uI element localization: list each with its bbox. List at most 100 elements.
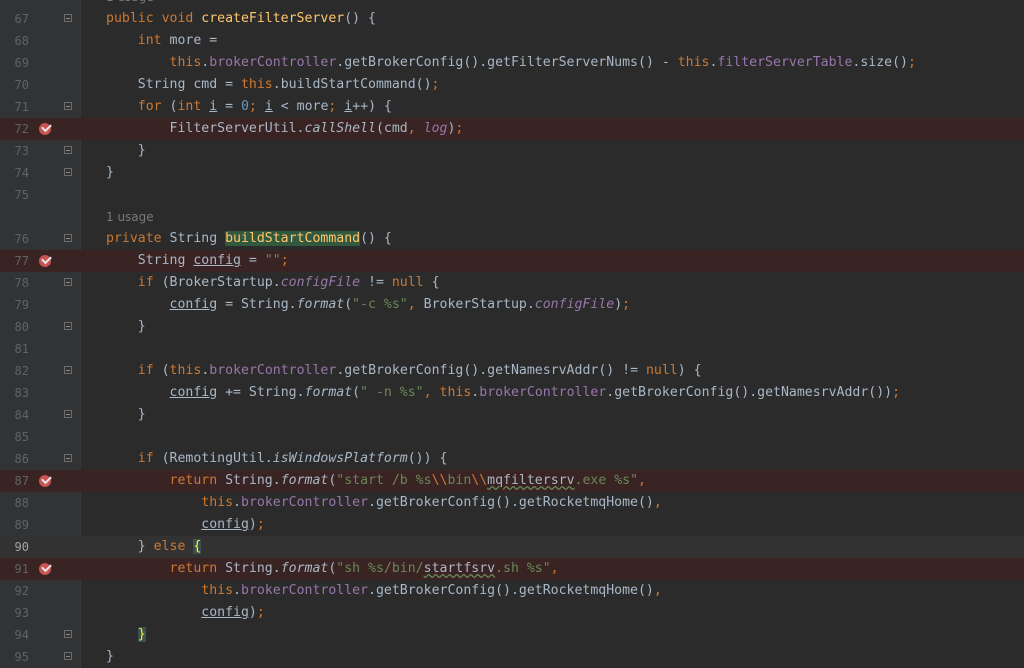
line-number[interactable]: 77 [0, 250, 29, 272]
code-line[interactable]: 70 String cmd = this.buildStartCommand()… [0, 74, 1024, 96]
usage-hint-text[interactable]: 1 usage [106, 206, 154, 228]
fold-toggle-icon[interactable] [64, 14, 72, 22]
code-line[interactable]: 80 } [0, 316, 1024, 338]
usage-hint[interactable]: 1 usage [0, 0, 1024, 8]
fold-toggle-icon[interactable] [64, 102, 72, 110]
fold-toggle-icon[interactable] [64, 168, 72, 176]
line-number[interactable]: 91 [0, 558, 29, 580]
line-number[interactable]: 85 [0, 426, 29, 448]
fold-toggle-icon[interactable] [64, 322, 72, 330]
code-line[interactable]: 82 if (this.brokerController.getBrokerCo… [0, 360, 1024, 382]
code-line[interactable]: 81 [0, 338, 1024, 360]
code-text[interactable]: FilterServerUtil.callShell(cmd, log); [106, 118, 464, 140]
usage-hint[interactable]: 1 usage [0, 206, 1024, 228]
line-number[interactable]: 82 [0, 360, 29, 382]
code-text[interactable]: return String.format("start /b %s\\bin\\… [106, 470, 646, 492]
code-line[interactable]: 91 return String.format("sh %s/bin/start… [0, 558, 1024, 580]
breakpoint-icon[interactable] [39, 255, 51, 267]
fold-toggle-icon[interactable] [64, 234, 72, 242]
code-line[interactable]: 71 for (int i = 0; i < more; i++) { [0, 96, 1024, 118]
line-number[interactable]: 83 [0, 382, 29, 404]
line-number[interactable]: 86 [0, 448, 29, 470]
fold-toggle-icon[interactable] [64, 652, 72, 660]
code-line[interactable]: 86 if (RemotingUtil.isWindowsPlatform())… [0, 448, 1024, 470]
fold-toggle-icon[interactable] [64, 146, 72, 154]
breakpoint-icon[interactable] [39, 563, 51, 575]
code-line[interactable]: 69 this.brokerController.getBrokerConfig… [0, 52, 1024, 74]
code-text[interactable]: } [106, 404, 146, 426]
code-line[interactable]: 90 } else { [0, 536, 1024, 558]
code-line[interactable]: 94 } [0, 624, 1024, 646]
line-number[interactable]: 74 [0, 162, 29, 184]
code-text[interactable]: config); [106, 514, 265, 536]
code-line[interactable]: 78 if (BrokerStartup.configFile != null … [0, 272, 1024, 294]
line-number[interactable]: 80 [0, 316, 29, 338]
line-number[interactable]: 94 [0, 624, 29, 646]
line-number[interactable]: 73 [0, 140, 29, 162]
fold-toggle-icon[interactable] [64, 278, 72, 286]
code-line[interactable]: 84 } [0, 404, 1024, 426]
code-line[interactable]: 79 config = String.format("-c %s", Broke… [0, 294, 1024, 316]
code-text[interactable]: } [106, 624, 146, 646]
code-text[interactable]: String cmd = this.buildStartCommand(); [106, 74, 440, 96]
code-text[interactable]: int more = [106, 30, 217, 52]
code-line[interactable]: 87 return String.format("start /b %s\\bi… [0, 470, 1024, 492]
code-text[interactable]: private String buildStartCommand() { [106, 228, 392, 250]
code-text[interactable]: for (int i = 0; i < more; i++) { [106, 96, 392, 118]
code-text[interactable]: if (BrokerStartup.configFile != null { [106, 272, 440, 294]
code-line[interactable]: 76 private String buildStartCommand() { [0, 228, 1024, 250]
line-number[interactable]: 67 [0, 8, 29, 30]
line-number[interactable]: 89 [0, 514, 29, 536]
code-text[interactable]: return String.format("sh %s/bin/startfsr… [106, 558, 559, 580]
code-line[interactable]: 83 config += String.format(" -n %s", thi… [0, 382, 1024, 404]
code-line[interactable]: 74} [0, 162, 1024, 184]
line-number[interactable]: 79 [0, 294, 29, 316]
code-text[interactable]: this.brokerController.getBrokerConfig().… [106, 52, 916, 74]
code-text[interactable]: } else { [106, 536, 202, 558]
code-line[interactable]: 77 String config = ""; [0, 250, 1024, 272]
code-line[interactable]: 92 this.brokerController.getBrokerConfig… [0, 580, 1024, 602]
line-number[interactable]: 95 [0, 646, 29, 668]
code-text[interactable]: this.brokerController.getBrokerConfig().… [106, 492, 662, 514]
breakpoint-icon[interactable] [39, 475, 51, 487]
line-number[interactable]: 93 [0, 602, 29, 624]
fold-toggle-icon[interactable] [64, 630, 72, 638]
code-text[interactable]: config = String.format("-c %s", BrokerSt… [106, 294, 631, 316]
code-text[interactable]: if (this.brokerController.getBrokerConfi… [106, 360, 702, 382]
code-text[interactable]: String config = ""; [106, 250, 289, 272]
code-text[interactable]: } [106, 140, 146, 162]
code-text[interactable]: } [106, 646, 114, 668]
line-number[interactable]: 76 [0, 228, 29, 250]
fold-toggle-icon[interactable] [64, 410, 72, 418]
line-number[interactable]: 78 [0, 272, 29, 294]
usage-hint-text[interactable]: 1 usage [106, 0, 154, 8]
line-number[interactable]: 87 [0, 470, 29, 492]
code-line[interactable]: 93 config); [0, 602, 1024, 624]
code-line[interactable]: 73 } [0, 140, 1024, 162]
code-text[interactable]: } [106, 162, 114, 184]
line-number[interactable]: 72 [0, 118, 29, 140]
code-text[interactable]: this.brokerController.getBrokerConfig().… [106, 580, 662, 602]
fold-toggle-icon[interactable] [64, 454, 72, 462]
code-line[interactable]: 95} [0, 646, 1024, 668]
line-number[interactable]: 71 [0, 96, 29, 118]
code-editor[interactable]: 1 usage 67 public void createFilterServer(… [0, 0, 1024, 668]
code-line[interactable]: 88 this.brokerController.getBrokerConfig… [0, 492, 1024, 514]
fold-toggle-icon[interactable] [64, 366, 72, 374]
line-number[interactable]: 92 [0, 580, 29, 602]
code-text[interactable]: public void createFilterServer() { [106, 8, 376, 30]
line-number[interactable]: 70 [0, 74, 29, 96]
line-number[interactable]: 90 [0, 536, 29, 558]
code-line[interactable]: 72 FilterServerUtil.callShell(cmd, log); [0, 118, 1024, 140]
line-number[interactable]: 75 [0, 184, 29, 206]
line-number[interactable]: 84 [0, 404, 29, 426]
code-text[interactable]: if (RemotingUtil.isWindowsPlatform()) { [106, 448, 448, 470]
line-number[interactable]: 81 [0, 338, 29, 360]
code-line[interactable]: 68 int more = [0, 30, 1024, 52]
code-line[interactable]: 85 [0, 426, 1024, 448]
code-text[interactable]: config += String.format(" -n %s", this.b… [106, 382, 901, 404]
code-line[interactable]: 89 config); [0, 514, 1024, 536]
breakpoint-icon[interactable] [39, 123, 51, 135]
code-text[interactable]: } [106, 316, 146, 338]
line-number[interactable]: 69 [0, 52, 29, 74]
